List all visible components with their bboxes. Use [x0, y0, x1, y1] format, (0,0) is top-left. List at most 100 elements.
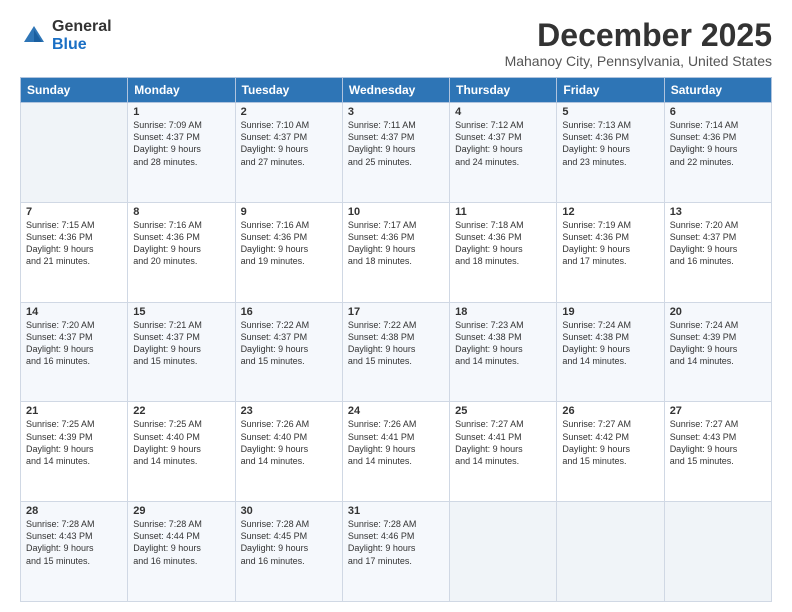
table-row: 13Sunrise: 7:20 AM Sunset: 4:37 PM Dayli…	[664, 202, 771, 302]
table-row	[664, 502, 771, 602]
day-number: 20	[670, 306, 766, 318]
table-row: 27Sunrise: 7:27 AM Sunset: 4:43 PM Dayli…	[664, 402, 771, 502]
day-number: 3	[348, 106, 444, 118]
day-number: 29	[133, 505, 229, 517]
day-number: 17	[348, 306, 444, 318]
col-saturday: Saturday	[664, 78, 771, 103]
day-number: 7	[26, 206, 122, 218]
table-row: 19Sunrise: 7:24 AM Sunset: 4:38 PM Dayli…	[557, 302, 664, 402]
table-row: 28Sunrise: 7:28 AM Sunset: 4:43 PM Dayli…	[21, 502, 128, 602]
day-info: Sunrise: 7:24 AM Sunset: 4:38 PM Dayligh…	[562, 319, 658, 368]
table-row: 17Sunrise: 7:22 AM Sunset: 4:38 PM Dayli…	[342, 302, 449, 402]
day-info: Sunrise: 7:16 AM Sunset: 4:36 PM Dayligh…	[241, 219, 337, 268]
table-row: 26Sunrise: 7:27 AM Sunset: 4:42 PM Dayli…	[557, 402, 664, 502]
calendar-header-row: Sunday Monday Tuesday Wednesday Thursday…	[21, 78, 772, 103]
table-row: 3Sunrise: 7:11 AM Sunset: 4:37 PM Daylig…	[342, 103, 449, 203]
col-sunday: Sunday	[21, 78, 128, 103]
table-row: 21Sunrise: 7:25 AM Sunset: 4:39 PM Dayli…	[21, 402, 128, 502]
day-info: Sunrise: 7:11 AM Sunset: 4:37 PM Dayligh…	[348, 119, 444, 168]
day-info: Sunrise: 7:25 AM Sunset: 4:39 PM Dayligh…	[26, 418, 122, 467]
table-row: 14Sunrise: 7:20 AM Sunset: 4:37 PM Dayli…	[21, 302, 128, 402]
table-row: 16Sunrise: 7:22 AM Sunset: 4:37 PM Dayli…	[235, 302, 342, 402]
calendar-week-row: 28Sunrise: 7:28 AM Sunset: 4:43 PM Dayli…	[21, 502, 772, 602]
day-info: Sunrise: 7:27 AM Sunset: 4:43 PM Dayligh…	[670, 418, 766, 467]
col-friday: Friday	[557, 78, 664, 103]
table-row: 18Sunrise: 7:23 AM Sunset: 4:38 PM Dayli…	[450, 302, 557, 402]
day-info: Sunrise: 7:15 AM Sunset: 4:36 PM Dayligh…	[26, 219, 122, 268]
day-number: 16	[241, 306, 337, 318]
day-info: Sunrise: 7:28 AM Sunset: 4:45 PM Dayligh…	[241, 518, 337, 567]
title-block: December 2025 Mahanoy City, Pennsylvania…	[505, 18, 772, 69]
calendar-week-row: 1Sunrise: 7:09 AM Sunset: 4:37 PM Daylig…	[21, 103, 772, 203]
day-number: 22	[133, 405, 229, 417]
table-row: 23Sunrise: 7:26 AM Sunset: 4:40 PM Dayli…	[235, 402, 342, 502]
calendar-week-row: 7Sunrise: 7:15 AM Sunset: 4:36 PM Daylig…	[21, 202, 772, 302]
day-info: Sunrise: 7:21 AM Sunset: 4:37 PM Dayligh…	[133, 319, 229, 368]
day-number: 15	[133, 306, 229, 318]
table-row: 4Sunrise: 7:12 AM Sunset: 4:37 PM Daylig…	[450, 103, 557, 203]
day-number: 19	[562, 306, 658, 318]
table-row: 8Sunrise: 7:16 AM Sunset: 4:36 PM Daylig…	[128, 202, 235, 302]
day-number: 26	[562, 405, 658, 417]
table-row: 9Sunrise: 7:16 AM Sunset: 4:36 PM Daylig…	[235, 202, 342, 302]
day-number: 13	[670, 206, 766, 218]
day-info: Sunrise: 7:25 AM Sunset: 4:40 PM Dayligh…	[133, 418, 229, 467]
day-info: Sunrise: 7:23 AM Sunset: 4:38 PM Dayligh…	[455, 319, 551, 368]
table-row	[21, 103, 128, 203]
table-row: 31Sunrise: 7:28 AM Sunset: 4:46 PM Dayli…	[342, 502, 449, 602]
day-number: 10	[348, 206, 444, 218]
day-number: 30	[241, 505, 337, 517]
table-row: 1Sunrise: 7:09 AM Sunset: 4:37 PM Daylig…	[128, 103, 235, 203]
day-number: 5	[562, 106, 658, 118]
day-info: Sunrise: 7:26 AM Sunset: 4:41 PM Dayligh…	[348, 418, 444, 467]
table-row: 12Sunrise: 7:19 AM Sunset: 4:36 PM Dayli…	[557, 202, 664, 302]
day-info: Sunrise: 7:18 AM Sunset: 4:36 PM Dayligh…	[455, 219, 551, 268]
day-number: 1	[133, 106, 229, 118]
table-row: 22Sunrise: 7:25 AM Sunset: 4:40 PM Dayli…	[128, 402, 235, 502]
day-info: Sunrise: 7:28 AM Sunset: 4:46 PM Dayligh…	[348, 518, 444, 567]
day-number: 14	[26, 306, 122, 318]
subtitle: Mahanoy City, Pennsylvania, United State…	[505, 53, 772, 69]
table-row: 25Sunrise: 7:27 AM Sunset: 4:41 PM Dayli…	[450, 402, 557, 502]
table-row	[557, 502, 664, 602]
day-info: Sunrise: 7:28 AM Sunset: 4:43 PM Dayligh…	[26, 518, 122, 567]
calendar-table: Sunday Monday Tuesday Wednesday Thursday…	[20, 77, 772, 602]
day-info: Sunrise: 7:27 AM Sunset: 4:41 PM Dayligh…	[455, 418, 551, 467]
table-row	[450, 502, 557, 602]
day-number: 21	[26, 405, 122, 417]
page: General Blue December 2025 Mahanoy City,…	[0, 0, 792, 612]
day-number: 2	[241, 106, 337, 118]
logo-general-text: General	[52, 18, 112, 36]
day-number: 6	[670, 106, 766, 118]
table-row: 15Sunrise: 7:21 AM Sunset: 4:37 PM Dayli…	[128, 302, 235, 402]
calendar-week-row: 14Sunrise: 7:20 AM Sunset: 4:37 PM Dayli…	[21, 302, 772, 402]
day-number: 25	[455, 405, 551, 417]
day-number: 31	[348, 505, 444, 517]
day-number: 18	[455, 306, 551, 318]
day-number: 27	[670, 405, 766, 417]
day-info: Sunrise: 7:27 AM Sunset: 4:42 PM Dayligh…	[562, 418, 658, 467]
main-title: December 2025	[505, 18, 772, 53]
day-info: Sunrise: 7:20 AM Sunset: 4:37 PM Dayligh…	[26, 319, 122, 368]
day-number: 28	[26, 505, 122, 517]
col-monday: Monday	[128, 78, 235, 103]
day-info: Sunrise: 7:16 AM Sunset: 4:36 PM Dayligh…	[133, 219, 229, 268]
day-number: 8	[133, 206, 229, 218]
logo-blue-text: Blue	[52, 36, 112, 54]
day-info: Sunrise: 7:09 AM Sunset: 4:37 PM Dayligh…	[133, 119, 229, 168]
day-info: Sunrise: 7:17 AM Sunset: 4:36 PM Dayligh…	[348, 219, 444, 268]
day-number: 23	[241, 405, 337, 417]
table-row: 29Sunrise: 7:28 AM Sunset: 4:44 PM Dayli…	[128, 502, 235, 602]
day-number: 4	[455, 106, 551, 118]
table-row: 7Sunrise: 7:15 AM Sunset: 4:36 PM Daylig…	[21, 202, 128, 302]
calendar-week-row: 21Sunrise: 7:25 AM Sunset: 4:39 PM Dayli…	[21, 402, 772, 502]
table-row: 11Sunrise: 7:18 AM Sunset: 4:36 PM Dayli…	[450, 202, 557, 302]
table-row: 10Sunrise: 7:17 AM Sunset: 4:36 PM Dayli…	[342, 202, 449, 302]
day-info: Sunrise: 7:26 AM Sunset: 4:40 PM Dayligh…	[241, 418, 337, 467]
day-number: 9	[241, 206, 337, 218]
table-row: 6Sunrise: 7:14 AM Sunset: 4:36 PM Daylig…	[664, 103, 771, 203]
logo: General Blue	[20, 18, 112, 53]
day-info: Sunrise: 7:20 AM Sunset: 4:37 PM Dayligh…	[670, 219, 766, 268]
day-info: Sunrise: 7:22 AM Sunset: 4:37 PM Dayligh…	[241, 319, 337, 368]
col-wednesday: Wednesday	[342, 78, 449, 103]
